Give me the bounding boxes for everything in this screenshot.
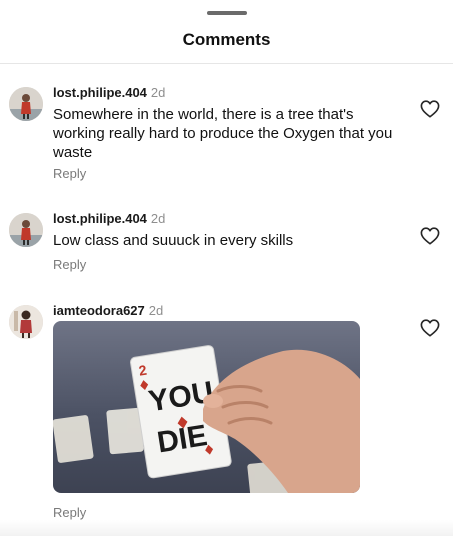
header-divider [0, 63, 453, 64]
avatar[interactable] [9, 213, 43, 247]
username[interactable]: lost.philipe.404 [53, 85, 147, 100]
comment-text: Low class and suuuck in every skills [53, 232, 294, 249]
heart-outline-icon[interactable] [420, 100, 440, 118]
drag-handle[interactable] [207, 11, 247, 15]
heart-outline-icon[interactable] [420, 227, 440, 245]
avatar[interactable] [9, 305, 43, 339]
reply-button[interactable]: Reply [53, 166, 86, 181]
comment-time: 2d [150, 211, 166, 226]
comment-meta: lost.philipe.404 2d [53, 211, 165, 227]
username[interactable]: lost.philipe.404 [53, 211, 147, 226]
comment-text: Somewhere in the world, there is a tree … [53, 106, 393, 161]
bottom-edge [0, 520, 453, 536]
reply-button[interactable]: Reply [53, 257, 86, 272]
reply-button[interactable]: Reply [53, 505, 86, 520]
comment-meta: lost.philipe.404 2d [53, 85, 165, 101]
username[interactable]: iamteodora627 [53, 303, 145, 318]
comment-image[interactable]: 2 YOU DIE [53, 321, 360, 493]
avatar[interactable] [9, 87, 43, 121]
heart-outline-icon[interactable] [420, 319, 440, 337]
comments-sheet: Comments lost.philipe.404 2d Somewhere in… [0, 0, 453, 536]
comment-meta: iamteodora627 2d [53, 303, 163, 319]
comment-time: 2d [148, 303, 164, 318]
page-title: Comments [182, 30, 271, 49]
comment-time: 2d [150, 85, 166, 100]
